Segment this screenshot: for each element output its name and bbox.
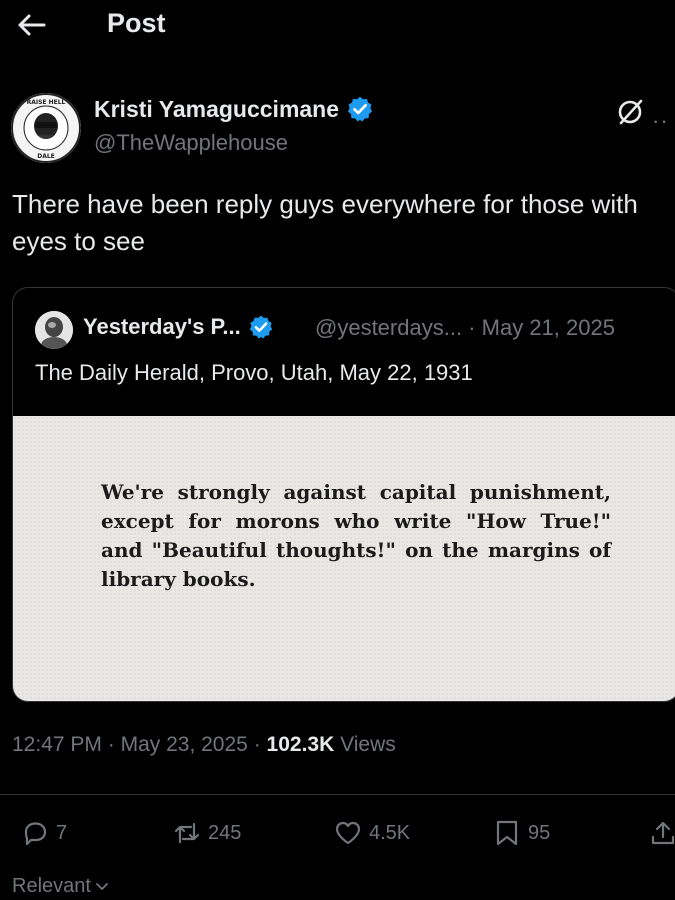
back-button[interactable] <box>14 10 50 40</box>
verified-badge-icon <box>249 315 272 339</box>
page-title: Post <box>107 8 166 38</box>
author-name[interactable]: Kristi Yamaguccimane <box>94 95 374 123</box>
bookmark-button[interactable]: 95 <box>492 818 550 848</box>
quoted-post-text: The Daily Herald, Provo, Utah, May 22, 1… <box>35 360 473 385</box>
sort-label: Relevant <box>12 875 91 897</box>
post-time: 12:47 PM <box>12 733 102 756</box>
bookmark-icon <box>496 820 518 846</box>
dot-separator: · <box>253 733 261 756</box>
svg-text:DALE: DALE <box>37 153 55 160</box>
like-button[interactable]: 4.5K <box>333 818 410 848</box>
verified-badge-icon <box>348 96 373 122</box>
reply-count: 7 <box>56 821 68 844</box>
quoted-author-name-text: Yesterday's P... <box>83 314 241 339</box>
svg-text:RAISE HELL: RAISE HELL <box>27 99 66 106</box>
post-text: There have been reply guys everywhere fo… <box>12 189 638 256</box>
divider <box>0 794 675 795</box>
grok-button[interactable] <box>615 97 645 127</box>
quoted-author-handle: @yesterdays... <box>315 315 463 340</box>
arrow-left-icon <box>18 14 46 36</box>
views-label: Views <box>340 733 396 756</box>
post-date: May 23, 2025 <box>120 733 248 756</box>
repost-count: 245 <box>208 821 242 844</box>
reply-button[interactable]: 7 <box>20 818 67 848</box>
avatar-seal-image: RAISE HELL DALE <box>11 93 81 163</box>
quoted-author-avatar <box>35 311 73 349</box>
share-button[interactable] <box>648 818 675 848</box>
quoted-author-handle-date: @yesterdays... · May 21, 2025 <box>315 315 615 341</box>
sort-replies-dropdown[interactable]: Relevant <box>12 875 110 898</box>
share-icon <box>651 821 675 845</box>
views-count: 102.3K <box>266 733 335 756</box>
bookmark-count: 95 <box>528 821 551 844</box>
dot-separator: · <box>468 315 476 340</box>
chevron-down-icon <box>96 882 108 890</box>
clipping-text: We're strongly against capital punishmen… <box>101 480 611 591</box>
grok-icon <box>618 99 643 125</box>
more-options-icon[interactable]: ·· <box>652 108 669 134</box>
quoted-post-card[interactable]: Yesterday's P... @yesterdays... · May 21… <box>12 287 675 702</box>
repost-button[interactable]: 245 <box>172 818 241 848</box>
quoted-post-date: May 21, 2025 <box>481 315 615 340</box>
post-metadata: 12:47 PM · May 23, 2025 · 102.3K Views <box>12 733 396 757</box>
dot-separator: · <box>107 733 115 756</box>
like-count: 4.5K <box>369 821 411 844</box>
portrait-image <box>35 311 73 349</box>
quoted-author-name: Yesterday's P... <box>83 314 274 340</box>
author-handle[interactable]: @TheWapplehouse <box>94 130 288 156</box>
author-name-text: Kristi Yamaguccimane <box>94 95 340 122</box>
author-avatar[interactable]: RAISE HELL DALE <box>11 93 81 163</box>
heart-icon <box>335 821 361 845</box>
newspaper-clipping-image[interactable]: We're strongly against capital punishmen… <box>13 416 675 701</box>
reply-icon <box>24 822 47 846</box>
repost-icon <box>174 822 200 844</box>
